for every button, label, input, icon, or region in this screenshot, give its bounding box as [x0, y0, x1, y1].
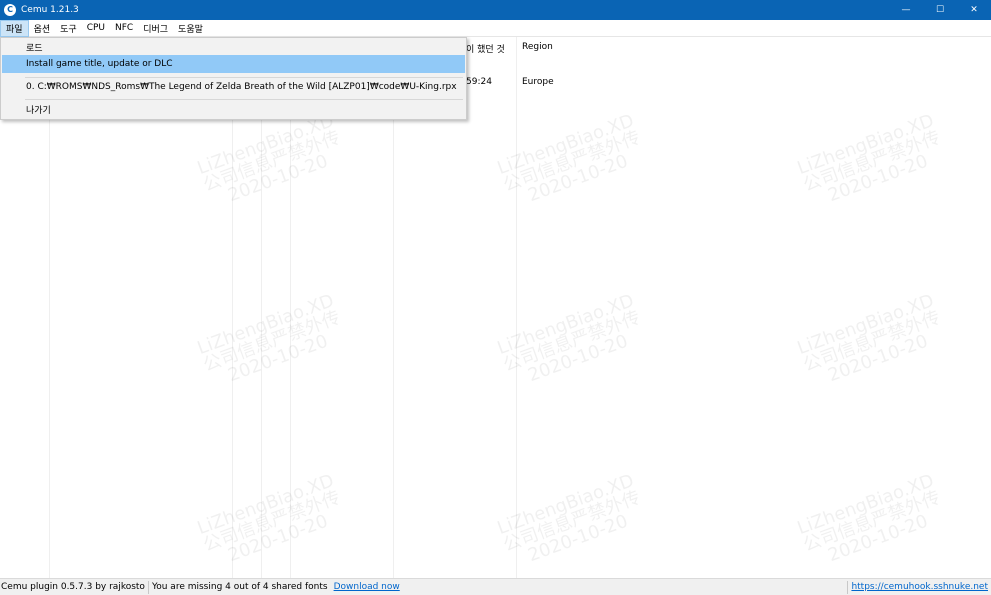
window-controls: — ☐ ✕: [889, 0, 991, 20]
column-divider: [516, 37, 517, 578]
column-header-last-played[interactable]: 이 했던 것: [466, 42, 505, 55]
menu-bar: 파일 옵션 도구 CPU NFC 디버그 도움말: [0, 19, 991, 37]
menu-item-exit[interactable]: 나가기: [2, 100, 465, 118]
file-dropdown-menu: 로드 Install game title, update or DLC 0. …: [0, 37, 467, 120]
status-separator: [847, 580, 849, 594]
maximize-button[interactable]: ☐: [923, 0, 957, 20]
cemuhook-site-link[interactable]: https://cemuhook.sshnuke.net: [851, 582, 988, 592]
fonts-warning: You are missing 4 out of 4 shared fonts: [151, 582, 328, 592]
close-button[interactable]: ✕: [957, 0, 991, 20]
menu-tools[interactable]: 도구: [55, 20, 82, 37]
menu-debug[interactable]: 디버그: [138, 20, 173, 37]
plugin-status: Cemu plugin 0.5.7.3 by rajkosto: [1, 582, 145, 592]
region-cell[interactable]: Europe: [522, 77, 554, 87]
title-bar: C Cemu 1.21.3 — ☐ ✕: [0, 0, 991, 20]
download-fonts-link[interactable]: Download now: [334, 582, 400, 592]
column-header-region[interactable]: Region: [522, 42, 553, 52]
close-icon: ✕: [970, 5, 978, 15]
menu-item-install-title[interactable]: Install game title, update or DLC: [2, 55, 465, 73]
last-played-cell[interactable]: 59:24: [466, 77, 492, 87]
status-bar: Cemu plugin 0.5.7.3 by rajkosto You are …: [0, 578, 991, 595]
menu-options[interactable]: 옵션: [29, 20, 56, 37]
menu-item-recent-file[interactable]: 0. C:₩ROMS₩NDS_Roms₩The Legend of Zelda …: [2, 78, 465, 96]
menu-nfc[interactable]: NFC: [110, 20, 138, 37]
menu-file[interactable]: 파일: [0, 19, 29, 37]
maximize-icon: ☐: [935, 5, 945, 15]
menu-cpu[interactable]: CPU: [82, 20, 110, 37]
menu-help[interactable]: 도움말: [173, 20, 208, 37]
window-title: Cemu 1.21.3: [21, 5, 79, 15]
minimize-button[interactable]: —: [889, 0, 923, 20]
minimize-icon: —: [901, 5, 911, 15]
menu-item-load[interactable]: 로드: [2, 38, 465, 56]
status-separator: [147, 580, 149, 594]
cemu-logo-icon: C: [4, 4, 16, 16]
